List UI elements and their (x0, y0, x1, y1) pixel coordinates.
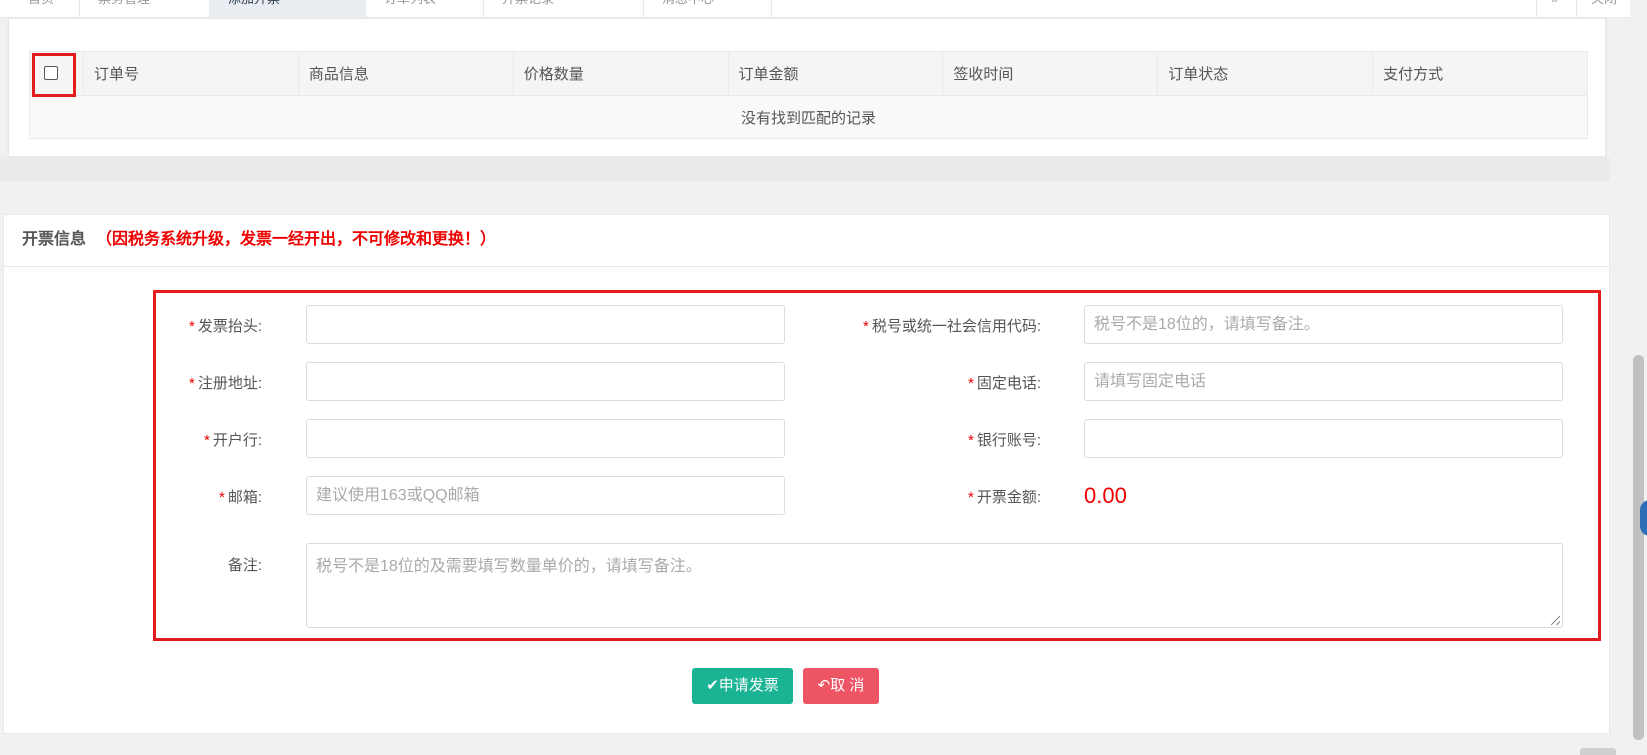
column-header-payment[interactable]: 支付方式 (1372, 51, 1588, 96)
amount-label: * 开票金额: (967, 489, 1041, 506)
table-header-row: 订单号 商品信息 价格数量 订单金额 签收时间 订单状态 支付方式 (29, 51, 1588, 97)
tax-id-label: * 税号或统一社会信用代码: (862, 318, 1041, 335)
email-input[interactable]: 建议使用163或QQ邮箱 (306, 476, 785, 515)
column-header-sign-time[interactable]: 签收时间 (942, 51, 1159, 96)
invoice-header: 开票信息 （因税务系统升级，发票一经开出，不可修改和更换！） (4, 215, 1609, 267)
tax-id-input[interactable]: 税号不是18位的，请填写备注。 (1084, 305, 1563, 344)
phone-input[interactable]: 请填写固定电话 (1084, 362, 1563, 401)
tab-home[interactable]: 首页 (10, 0, 80, 18)
submit-invoice-button[interactable]: ✔申请发票 (692, 668, 793, 704)
tab-strip: 首页 票务管理 添加开票 订单列表 开票记录 消息中心 » 关闭 (0, 0, 1647, 18)
invoice-notice: （因税务系统升级，发票一经开出，不可修改和更换！） (96, 231, 497, 248)
tab-scroll-right-button[interactable]: » (1536, 0, 1576, 18)
email-label: * 邮箱: (218, 489, 262, 506)
scroll-corner (1580, 748, 1616, 755)
bank-input[interactable] (306, 419, 785, 458)
invoice-title-label: * 发票抬头: (188, 318, 262, 335)
tab-ticket-manage[interactable]: 票务管理 (80, 0, 210, 18)
column-header-product[interactable]: 商品信息 (297, 51, 514, 96)
invoice-amount-value: 0.00 (1084, 483, 1127, 508)
account-input[interactable] (1084, 419, 1563, 458)
address-label: * 注册地址: (188, 375, 262, 392)
phone-label: * 固定电话: (967, 375, 1041, 392)
tab-add-invoice[interactable]: 添加开票 (210, 0, 366, 18)
account-label: * 银行账号: (967, 432, 1041, 449)
bank-label: * 开户行: (203, 432, 262, 449)
remark-textarea[interactable]: 税号不是18位的及需要填写数量单价的，请填写备注。 (306, 543, 1563, 628)
table-row: 没有找到匹配的记录 (29, 95, 1588, 139)
floating-widget-icon[interactable] (1640, 500, 1647, 536)
panel-divider (0, 157, 1610, 181)
remark-label: 备注: (227, 557, 262, 574)
scrollbar-thumb[interactable] (1633, 355, 1644, 740)
column-header-amount[interactable]: 订单金额 (727, 51, 944, 96)
select-all-cell (29, 51, 84, 97)
tab-messages[interactable]: 消息中心 (644, 0, 772, 18)
resize-handle-icon[interactable] (1551, 616, 1560, 625)
tab-order-list[interactable]: 订单列表 (366, 0, 484, 18)
orders-table: 订单号 商品信息 价格数量 订单金额 签收时间 订单状态 支付方式 没有找到匹配… (29, 51, 1588, 139)
select-all-checkbox[interactable] (44, 66, 58, 80)
invoice-title-input[interactable] (306, 305, 785, 344)
empty-message: 没有找到匹配的记录 (29, 95, 1588, 139)
invoice-title: 开票信息 (22, 231, 87, 248)
invoice-panel: 开票信息 （因税务系统升级，发票一经开出，不可修改和更换！） * 发票抬头: * 税号… (3, 214, 1610, 734)
column-header-price-qty[interactable]: 价格数量 (512, 51, 729, 96)
column-header-status[interactable]: 订单状态 (1157, 51, 1374, 96)
address-input[interactable] (306, 362, 785, 401)
remark-placeholder: 税号不是18位的及需要填写数量单价的，请填写备注。 (316, 558, 702, 575)
tab-invoice-records[interactable]: 开票记录 (484, 0, 644, 18)
column-header-order-no[interactable]: 订单号 (83, 51, 299, 96)
orders-panel: 订单号 商品信息 价格数量 订单金额 签收时间 订单状态 支付方式 没有找到匹配… (8, 18, 1606, 157)
cancel-button[interactable]: ↶取 消 (803, 668, 879, 704)
